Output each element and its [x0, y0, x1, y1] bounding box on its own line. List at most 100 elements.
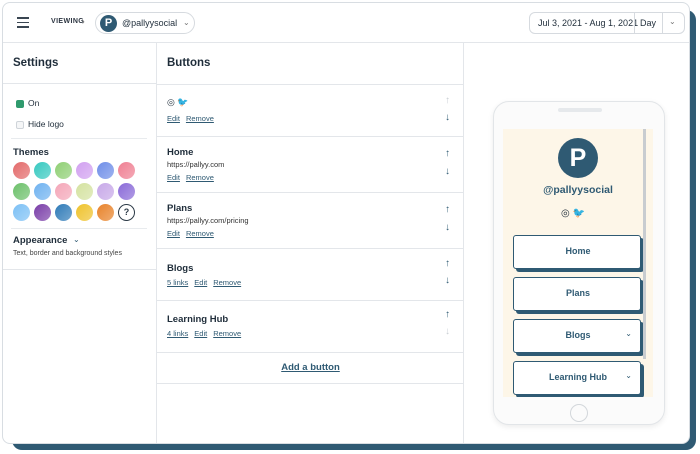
remove-link[interactable]: Remove	[186, 114, 214, 123]
theme-swatch[interactable]	[34, 183, 51, 200]
date-range-text[interactable]: Jul 3, 2021 - Aug 1, 2021	[538, 18, 638, 28]
hide-logo-checkbox[interactable]	[16, 121, 24, 129]
settings-title: Settings	[13, 57, 59, 69]
remove-link[interactable]: Remove	[213, 278, 241, 287]
arrow-up-icon: ↑	[445, 95, 450, 106]
theme-swatch[interactable]	[97, 162, 114, 179]
theme-swatch[interactable]	[118, 183, 135, 200]
remove-link[interactable]: Remove	[213, 329, 241, 338]
chevron-right-icon: ›	[82, 17, 85, 26]
row-actions: 5 links Edit Remove	[167, 278, 247, 287]
edit-link[interactable]: Edit	[167, 173, 180, 182]
row-title: Blogs	[167, 263, 194, 274]
divider	[662, 13, 663, 33]
button-row-home[interactable]: Home https://pallyy.com Edit Remove ↑ ↓	[157, 136, 464, 192]
chevron-down-icon[interactable]: ⌄	[669, 17, 676, 26]
theme-swatch[interactable]	[55, 183, 72, 200]
links-count-toggle[interactable]: 5 links	[167, 278, 188, 287]
theme-swatch[interactable]	[76, 204, 93, 221]
links-count-toggle[interactable]: 4 links	[167, 329, 188, 338]
profile-handle: @pallyysocial	[543, 184, 613, 196]
arrow-down-icon[interactable]: ↓	[445, 166, 450, 177]
arrow-down-icon[interactable]: ↓	[445, 112, 450, 123]
social-icons: ◎ 🐦	[167, 97, 189, 107]
menu-icon[interactable]	[17, 17, 29, 28]
divider	[3, 269, 157, 270]
theme-swatch[interactable]	[97, 204, 114, 221]
period-select[interactable]: Day	[640, 18, 656, 28]
chevron-down-icon: ⌄	[625, 371, 632, 380]
edit-link[interactable]: Edit	[167, 114, 180, 123]
edit-link[interactable]: Edit	[194, 329, 207, 338]
row-actions: Edit Remove	[167, 229, 220, 238]
on-checkbox[interactable]	[16, 100, 24, 108]
button-row-blogs[interactable]: Blogs 5 links Edit Remove ↑ ↓	[157, 248, 464, 300]
arrow-down-icon[interactable]: ↓	[445, 275, 450, 286]
theme-swatch[interactable]	[76, 183, 93, 200]
theme-swatch[interactable]	[34, 162, 51, 179]
theme-swatch[interactable]	[13, 204, 30, 221]
chevron-down-icon: ⌄	[183, 18, 190, 27]
help-icon[interactable]: ?	[118, 204, 135, 221]
theme-swatch[interactable]	[55, 204, 72, 221]
preview-button-label: Blogs	[565, 330, 591, 340]
arrow-up-icon[interactable]: ↑	[445, 309, 450, 320]
theme-swatch[interactable]	[55, 162, 72, 179]
on-label: On	[28, 98, 40, 108]
chevron-down-icon[interactable]: ⌄	[73, 235, 80, 244]
remove-link[interactable]: Remove	[186, 229, 214, 238]
preview-button-home[interactable]: Home	[513, 235, 641, 269]
divider	[11, 228, 147, 229]
preview-button-learning-hub[interactable]: Learning Hub ⌄	[513, 361, 641, 395]
appearance-toggle[interactable]: Appearance	[13, 235, 67, 246]
preview-button-blogs[interactable]: Blogs ⌄	[513, 319, 641, 353]
phone-home-button	[570, 404, 588, 422]
row-actions: Edit Remove	[167, 114, 220, 123]
add-button-row: Add a button	[157, 352, 464, 384]
appearance-description: Text, border and background styles	[13, 250, 122, 257]
buttons-panel: Buttons ◎ 🐦 Edit Remove ↑ ↓ Home https://…	[157, 43, 464, 443]
theme-swatch[interactable]	[34, 204, 51, 221]
scrollbar[interactable]	[643, 129, 646, 359]
profile-logo: P	[558, 138, 598, 178]
date-range-picker[interactable]: Jul 3, 2021 - Aug 1, 2021 Day ⌄	[529, 12, 685, 34]
phone-speaker	[558, 108, 602, 112]
divider	[634, 13, 635, 33]
arrow-down-icon[interactable]: ↓	[445, 222, 450, 233]
arrow-up-icon[interactable]: ↑	[445, 204, 450, 215]
viewing-label: VIEWING	[51, 18, 85, 25]
button-row-socials[interactable]: ◎ 🐦 Edit Remove ↑ ↓	[157, 84, 464, 136]
phone-screen: P @pallyysocial ◎ 🐦 Home Plans Blogs ⌄ L…	[503, 129, 653, 397]
add-button[interactable]: Add a button	[157, 362, 464, 373]
preview-panel: P @pallyysocial ◎ 🐦 Home Plans Blogs ⌄ L…	[465, 43, 689, 443]
row-title: Learning Hub	[167, 314, 229, 325]
theme-swatch[interactable]	[13, 183, 30, 200]
theme-swatch[interactable]	[76, 162, 93, 179]
themes-title: Themes	[13, 147, 49, 158]
top-bar: VIEWING › P @pallyysocial ⌄ Jul 3, 2021 …	[3, 3, 689, 43]
chevron-down-icon: ⌄	[625, 329, 632, 338]
row-title: Plans	[167, 203, 193, 214]
theme-swatch[interactable]	[118, 162, 135, 179]
theme-swatch[interactable]	[13, 162, 30, 179]
remove-link[interactable]: Remove	[186, 173, 214, 182]
button-row-plans[interactable]: Plans https://pallyy.com/pricing Edit Rem…	[157, 192, 464, 248]
account-selector[interactable]: P @pallyysocial ⌄	[95, 12, 195, 34]
divider	[3, 83, 157, 84]
arrow-up-icon[interactable]: ↑	[445, 148, 450, 159]
theme-swatch[interactable]	[97, 183, 114, 200]
divider	[11, 138, 147, 139]
preview-button-plans[interactable]: Plans	[513, 277, 641, 311]
preview-button-label: Plans	[565, 288, 590, 298]
preview-button-label: Learning Hub	[549, 372, 607, 382]
phone-mockup: P @pallyysocial ◎ 🐦 Home Plans Blogs ⌄ L…	[493, 101, 665, 425]
edit-link[interactable]: Edit	[167, 229, 180, 238]
profile-social-icons[interactable]: ◎ 🐦	[561, 208, 585, 219]
account-logo: P	[100, 15, 117, 32]
buttons-title: Buttons	[167, 57, 211, 69]
button-row-learning-hub[interactable]: Learning Hub 4 links Edit Remove ↑ ↓	[157, 300, 464, 352]
arrow-up-icon[interactable]: ↑	[445, 258, 450, 269]
edit-link[interactable]: Edit	[194, 278, 207, 287]
row-actions: Edit Remove	[167, 173, 220, 182]
row-url: https://pallyy.com/pricing	[167, 216, 249, 225]
